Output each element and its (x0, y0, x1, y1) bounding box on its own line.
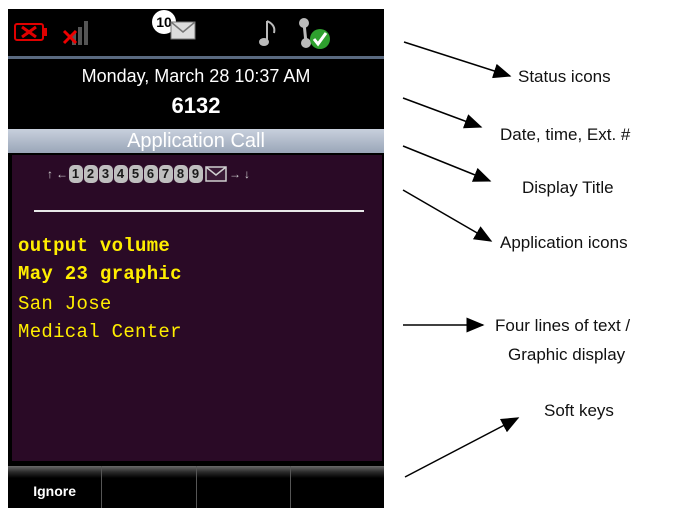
label-status-icons: Status icons (518, 67, 611, 86)
label-four-lines-2: Graphic display (508, 345, 626, 364)
label-application-icons: Application icons (500, 233, 628, 252)
label-four-lines-1: Four lines of text / (495, 316, 631, 335)
label-date-time-ext: Date, time, Ext. # (500, 125, 631, 144)
arrow-display-title (402, 145, 492, 182)
label-soft-keys: Soft keys (544, 401, 614, 420)
label-display-title: Display Title (522, 178, 614, 197)
arrow-status-icons (403, 41, 512, 79)
arrow-application-icons (402, 189, 493, 242)
arrow-date-time (402, 97, 483, 129)
arrow-soft-keys (404, 417, 520, 478)
